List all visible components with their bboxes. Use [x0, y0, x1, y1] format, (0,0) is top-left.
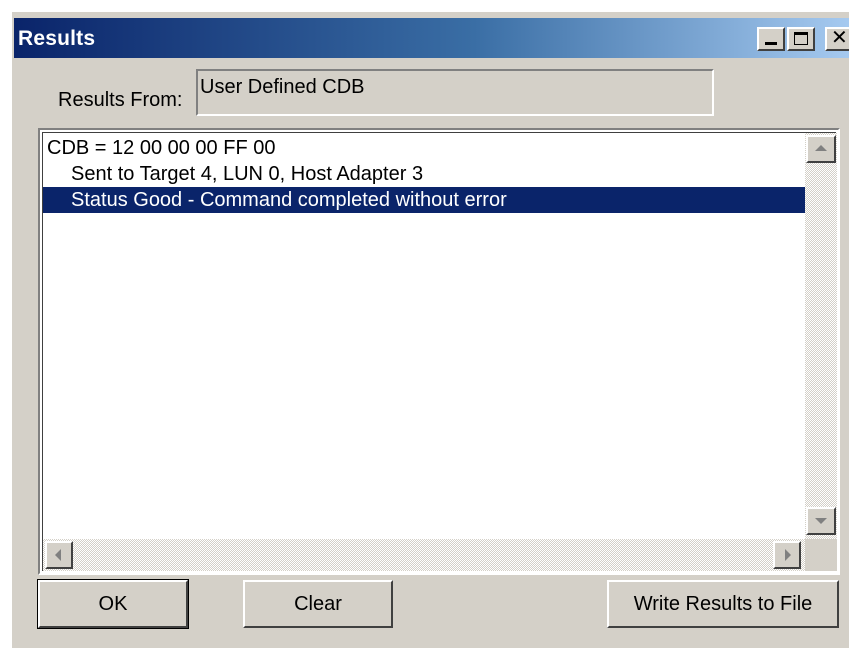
- scrollbar-corner: [805, 539, 837, 571]
- list-item[interactable]: Sent to Target 4, LUN 0, Host Adapter 3: [43, 161, 805, 187]
- scroll-right-button[interactable]: [773, 541, 801, 569]
- horizontal-scrollbar[interactable]: [43, 539, 805, 571]
- write-results-button[interactable]: Write Results to File: [607, 580, 839, 628]
- scroll-left-button[interactable]: [45, 541, 73, 569]
- scroll-up-button[interactable]: [806, 135, 836, 163]
- scroll-down-button[interactable]: [806, 507, 836, 535]
- ok-button[interactable]: OK: [37, 579, 189, 629]
- list-item-selected[interactable]: Status Good - Command completed without …: [43, 187, 805, 213]
- results-from-value: User Defined CDB: [200, 76, 365, 98]
- maximize-button[interactable]: [787, 27, 815, 51]
- arrow-down-icon: [815, 518, 827, 524]
- title-bar[interactable]: Results ✕: [14, 18, 849, 58]
- maximize-icon: [794, 32, 808, 45]
- minimize-button[interactable]: [757, 27, 785, 51]
- list-item[interactable]: CDB = 12 00 00 00 FF 00: [43, 135, 805, 161]
- results-window: Results ✕ Results From: User Defined CDB…: [10, 10, 849, 648]
- arrow-up-icon: [815, 145, 827, 151]
- results-list-area: CDB = 12 00 00 00 FF 00 Sent to Target 4…: [42, 132, 837, 571]
- window-title: Results: [18, 27, 96, 50]
- close-icon: ✕: [831, 27, 848, 49]
- results-from-field: User Defined CDB: [196, 69, 714, 116]
- arrow-left-icon: [55, 549, 61, 561]
- clear-button[interactable]: Clear: [243, 580, 393, 628]
- vertical-scrollbar[interactable]: [805, 133, 837, 541]
- arrow-right-icon: [785, 549, 791, 561]
- close-button[interactable]: ✕: [825, 27, 849, 51]
- minimize-icon: [765, 42, 777, 45]
- results-from-label: Results From:: [58, 89, 183, 111]
- results-listbox[interactable]: CDB = 12 00 00 00 FF 00 Sent to Target 4…: [38, 128, 840, 575]
